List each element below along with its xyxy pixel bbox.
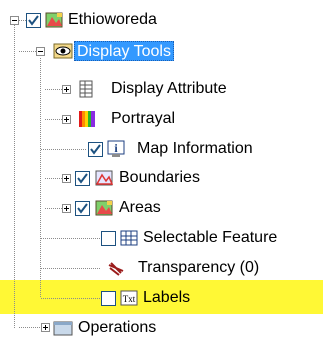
tree-item-transparency-label[interactable]: Transparency (0) [138,258,259,278]
expand-portrayal-toggle[interactable] [62,115,71,124]
tree-item-areas-label[interactable]: Areas [119,198,161,218]
tree-item-labels-label[interactable]: Labels [143,288,190,308]
area-map-icon [95,199,113,217]
expand-areas-toggle[interactable] [62,204,71,213]
tree-item-map-information-label[interactable]: Map Information [137,139,253,159]
selectable-feature-checkbox[interactable] [101,231,116,246]
collapse-display-tools-toggle[interactable] [36,47,45,56]
text-label-icon: Txt [120,289,138,307]
expand-boundaries-toggle[interactable] [62,174,71,183]
tree-item-boundaries-label[interactable]: Boundaries [119,168,200,188]
tree-item-selectable-feature-label[interactable]: Selectable Feature [143,228,277,248]
eye-icon [53,42,73,60]
transparency-icon [107,259,125,277]
tree-item-operations-label[interactable]: Operations [78,318,156,338]
checkmark-icon [77,173,88,184]
areas-checkbox[interactable] [75,201,90,216]
expand-operations-toggle[interactable] [41,323,50,332]
checkmark-icon [77,203,88,214]
boundaries-checkbox[interactable] [75,171,90,186]
svg-text:Txt: Txt [123,294,136,304]
collapse-root-toggle[interactable] [10,16,19,25]
checkmark-icon [90,144,101,155]
map-information-checkbox[interactable] [88,142,103,157]
color-bars-icon [78,110,96,128]
boundary-map-icon [95,169,114,187]
checkmark-icon [28,15,39,26]
tree-item-display-tools-label[interactable]: Display Tools [74,41,174,61]
info-icon: i [107,140,125,158]
root-visibility-checkbox[interactable] [26,13,41,28]
tree-item-root-label[interactable]: Ethioworeda [68,10,157,30]
layer-map-icon [45,11,63,29]
labels-checkbox[interactable] [101,291,116,306]
table-icon [78,80,96,98]
expand-display-attribute-toggle[interactable] [62,85,71,94]
tree-item-portrayal-label[interactable]: Portrayal [111,109,175,129]
grid-select-icon [120,229,138,247]
tree-item-display-attribute-label[interactable]: Display Attribute [111,79,227,99]
operations-folder-icon [53,319,73,337]
